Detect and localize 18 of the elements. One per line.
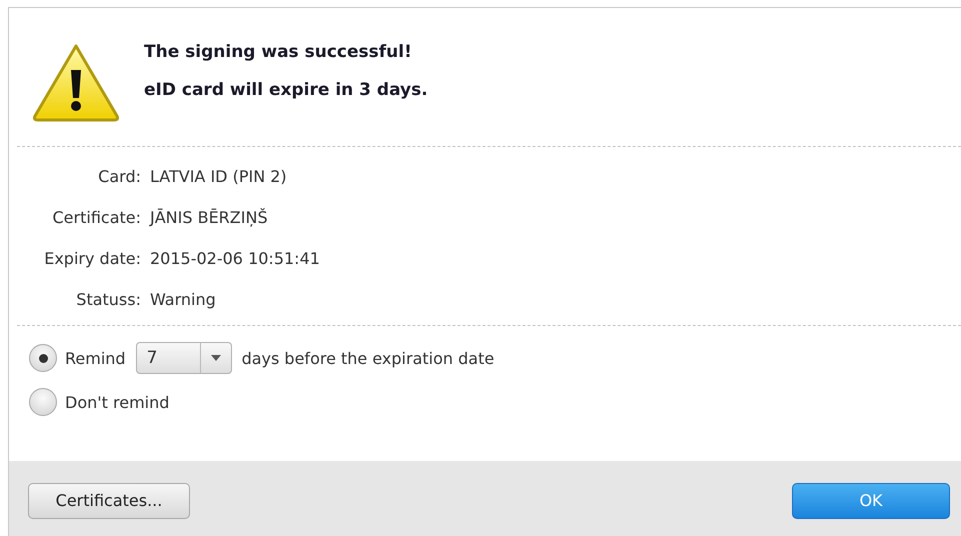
detail-value: 2015-02-06 10:51:41 — [150, 249, 321, 268]
message-detail: eID card will expire in 3 days. — [144, 80, 428, 100]
warning-icon — [31, 42, 121, 122]
detail-label: Statuss: — [75, 290, 141, 309]
message-title: The signing was successful! — [144, 42, 413, 62]
radio-label[interactable]: Don't remind — [65, 392, 170, 412]
detail-label: Expiry date: — [43, 249, 141, 268]
radio-label[interactable]: Remind — [65, 348, 126, 368]
reminder-suffix: days before the expiration date — [242, 348, 494, 368]
radio-button[interactable] — [29, 388, 57, 416]
detail-value: JĀNIS BĒRZIŅŠ — [150, 208, 269, 227]
days-dropdown[interactable]: 7 — [136, 342, 232, 374]
detail-value: Warning — [150, 290, 217, 309]
detail-label: Card: — [97, 167, 141, 186]
radio-button[interactable] — [29, 344, 57, 372]
detail-label: Certificate: — [52, 208, 141, 227]
certificates-button[interactable]: Certificates... — [28, 482, 190, 518]
detail-value: LATVIA ID (PIN 2) — [150, 167, 288, 186]
